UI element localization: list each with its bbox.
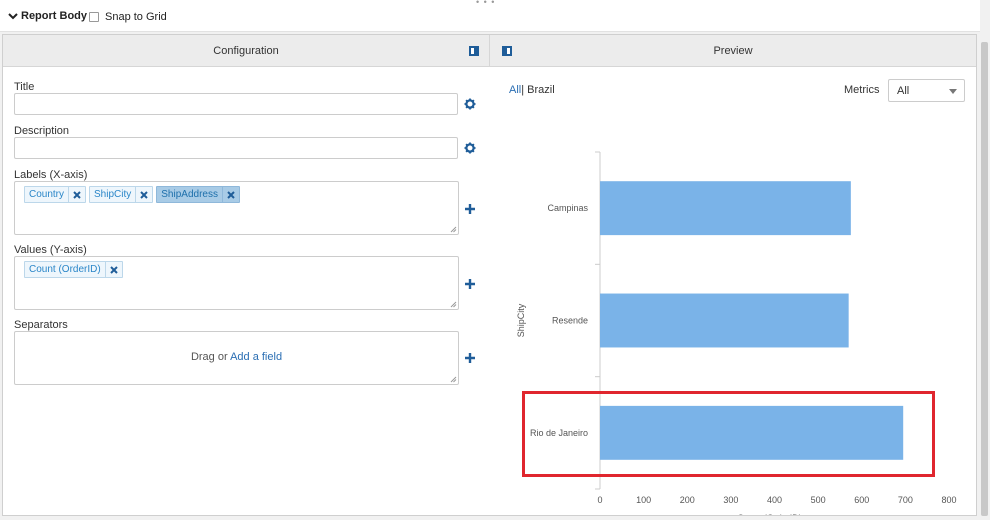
preview-header: Preview <box>489 35 976 67</box>
drop-hint: Drag or Add a field <box>15 351 458 363</box>
y-axis-title: ShipCity <box>516 303 526 337</box>
labels-x-axis-dropzone[interactable]: Country ShipCity ShipAddress <box>14 181 459 235</box>
field-chip-label: ShipAddress <box>161 189 218 200</box>
top-bar: • • • Report Body Snap to Grid <box>0 0 980 32</box>
x-tick-label: 100 <box>636 495 651 505</box>
resize-grip[interactable]: • • • <box>476 0 495 7</box>
resize-handle-icon[interactable] <box>450 226 457 233</box>
configuration-header: Configuration <box>3 35 489 67</box>
bar <box>600 293 849 348</box>
field-chip[interactable]: ShipCity <box>89 186 154 203</box>
description-label: Description <box>14 125 70 137</box>
field-chip[interactable]: Count (OrderID) <box>24 261 123 278</box>
separators-dropzone[interactable]: Drag or Add a field <box>14 331 459 385</box>
field-chip-label: Country <box>29 189 65 200</box>
title-label: Title <box>14 81 35 93</box>
report-designer: { "topbar": { "report_body_label": "Repo… <box>0 0 990 520</box>
separators-label: Separators <box>14 319 68 331</box>
snap-to-grid-checkbox[interactable] <box>89 12 99 22</box>
y-tick-label: Resende <box>552 316 588 326</box>
scrollbar-thumb[interactable] <box>981 42 988 516</box>
resize-handle-icon[interactable] <box>450 376 457 383</box>
x-tick-label: 600 <box>854 495 869 505</box>
x-axis-title: Count (OrderID) <box>737 513 802 515</box>
configuration-form: Title Description Labels (X-axis) Countr… <box>3 68 489 515</box>
x-tick-label: 400 <box>767 495 782 505</box>
close-icon <box>109 265 118 274</box>
x-tick-label: 0 <box>597 495 602 505</box>
report-body-toggle[interactable]: Report Body <box>8 10 87 22</box>
bar <box>600 181 851 236</box>
values-chip-list: Count (OrderID) <box>24 261 126 278</box>
preview-pane: All| Brazil Metrics All Campinas Resende R… <box>490 68 976 515</box>
x-tick-label: 500 <box>811 495 826 505</box>
close-icon <box>140 190 148 199</box>
configuration-title: Configuration <box>213 45 279 57</box>
title-input[interactable] <box>14 93 458 115</box>
gear-icon[interactable] <box>464 142 476 154</box>
values-y-axis-label: Values (Y-axis) <box>14 244 87 256</box>
field-chip[interactable]: ShipAddress <box>156 186 240 203</box>
x-tick-label: 700 <box>898 495 913 505</box>
plus-icon[interactable] <box>465 353 475 363</box>
collapse-left-icon[interactable] <box>502 46 512 56</box>
close-icon <box>227 190 235 199</box>
designer-panel: Configuration Preview Title Description … <box>2 34 977 516</box>
field-chip[interactable]: Country <box>24 186 87 203</box>
drag-text: Drag or <box>190 351 231 363</box>
x-tick-label: 800 <box>941 495 956 505</box>
collapse-right-icon[interactable] <box>469 46 479 56</box>
close-icon <box>73 190 81 199</box>
x-tick-label: 300 <box>723 495 738 505</box>
x-tick-label: 200 <box>680 495 695 505</box>
remove-chip-button[interactable] <box>221 187 239 202</box>
resize-handle-icon[interactable] <box>450 301 457 308</box>
values-y-axis-dropzone[interactable]: Count (OrderID) <box>14 256 459 310</box>
chevron-down-icon <box>8 13 18 20</box>
field-chip-label: ShipCity <box>94 189 132 200</box>
labels-x-axis-label: Labels (X-axis) <box>14 169 88 181</box>
add-field-link[interactable]: Add a field <box>230 351 282 363</box>
snap-to-grid: Snap to Grid <box>89 11 167 23</box>
field-chip-label: Count (OrderID) <box>29 264 101 275</box>
description-input[interactable] <box>14 137 458 159</box>
plus-icon[interactable] <box>465 279 475 289</box>
remove-chip-button[interactable] <box>104 262 122 277</box>
snap-to-grid-label: Snap to Grid <box>105 11 167 23</box>
plus-icon[interactable] <box>465 204 475 214</box>
gear-icon[interactable] <box>464 98 476 110</box>
report-body-label: Report Body <box>21 10 87 22</box>
y-tick-label: Campinas <box>547 203 588 213</box>
remove-chip-button[interactable] <box>68 187 85 202</box>
vertical-scrollbar[interactable] <box>980 34 989 520</box>
labels-chip-list: Country ShipCity ShipAddress <box>24 186 243 203</box>
preview-title: Preview <box>713 45 753 57</box>
highlight-box <box>522 391 935 477</box>
remove-chip-button[interactable] <box>135 187 152 202</box>
